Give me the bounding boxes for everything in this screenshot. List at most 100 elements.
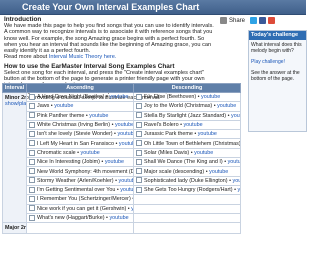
- twitter-icon[interactable]: [250, 17, 257, 24]
- song-checkbox[interactable]: [136, 121, 142, 128]
- song-checkbox[interactable]: [136, 168, 142, 175]
- interval-cell: Minor 2ndshow/play: [2, 91, 27, 224]
- youtube-link[interactable]: youtube: [109, 215, 128, 221]
- ascending-song-cell: Isn't she lovely (Stevie Wonder) • youtu…: [26, 129, 134, 140]
- song-title: What's new (Haggart/Burke): [37, 215, 105, 221]
- song-checkbox[interactable]: [29, 140, 35, 147]
- song-checkbox[interactable]: [29, 168, 35, 175]
- youtube-link[interactable]: youtube: [117, 131, 132, 137]
- youtube-link[interactable]: youtube: [120, 187, 132, 193]
- song-checkbox[interactable]: [136, 130, 142, 137]
- song-checkbox[interactable]: [136, 93, 142, 100]
- song-title: Stormy Weather (Arlen/Koehler): [37, 177, 114, 184]
- table-row: Isn't she lovely (Stevie Wonder) • youtu…: [3, 129, 241, 140]
- table-row: What's new (Haggart/Burke) • youtube: [3, 212, 241, 224]
- share-label[interactable]: Share: [229, 16, 245, 26]
- show-play-link[interactable]: show/play: [5, 101, 26, 107]
- table-row: Stormy Weather (Arlen/Koehler) • youtube…: [3, 175, 241, 186]
- song-checkbox[interactable]: [136, 103, 142, 110]
- challenge-answer-note: See the answer at the bottom of the page…: [251, 70, 300, 82]
- ascending-song-cell: A Hard Days Night (Beatles) • youtube: [26, 91, 134, 103]
- song-title: Jaws: [37, 103, 50, 110]
- descending-song-cell: Ravel's Bolero • youtube: [133, 119, 241, 131]
- song-checkbox[interactable]: [29, 214, 35, 221]
- ascending-song-cell: [26, 222, 134, 235]
- plus-icon[interactable]: [268, 17, 275, 24]
- song-title: New World Symphony: 4th movement (Dvorak…: [37, 168, 133, 175]
- descending-song-cell: [133, 222, 241, 235]
- descending-song-cell: [133, 194, 241, 205]
- intro-heading: Introduction: [4, 16, 42, 23]
- descending-song-cell: Joy to the World (Christmas) • youtube: [133, 101, 241, 112]
- table-row: I'm Getting Sentimental over You • youtu…: [3, 184, 241, 196]
- song-checkbox[interactable]: [29, 130, 35, 137]
- youtube-link[interactable]: youtube: [198, 131, 217, 137]
- challenge-header: Today's challenge: [249, 31, 306, 40]
- youtube-link[interactable]: youtube: [231, 113, 240, 119]
- youtube-link[interactable]: youtube: [194, 150, 213, 156]
- descending-song-cell: Shall We Dance (The King and I) • youtub…: [133, 157, 241, 168]
- song-title: Nice work if you can get it (Gershwin): [37, 205, 127, 212]
- youtube-link[interactable]: youtube: [119, 178, 133, 184]
- song-checkbox[interactable]: [29, 112, 35, 119]
- song-checkbox[interactable]: [29, 121, 35, 128]
- youtube-link[interactable]: youtube: [105, 159, 124, 165]
- song-checkbox[interactable]: [136, 112, 142, 119]
- song-checkbox[interactable]: [29, 205, 35, 212]
- song-checkbox[interactable]: [29, 158, 35, 165]
- song-checkbox[interactable]: [29, 177, 35, 184]
- youtube-link[interactable]: youtube: [54, 103, 73, 109]
- ascending-song-cell: Pink Panther theme • youtube: [26, 110, 134, 121]
- youtube-link[interactable]: youtube: [119, 141, 133, 147]
- youtube-link[interactable]: youtube: [233, 178, 240, 184]
- youtube-link[interactable]: youtube: [209, 169, 228, 175]
- youtube-link[interactable]: youtube: [89, 113, 108, 119]
- song-checkbox[interactable]: [136, 140, 142, 147]
- facebook-icon[interactable]: [259, 17, 266, 24]
- song-title: Jurassic Park theme: [144, 131, 193, 138]
- ascending-song-cell: What's new (Haggart/Burke) • youtube: [26, 212, 134, 224]
- ascending-song-cell: Nice In Interesting (Jobim) • youtube: [26, 157, 134, 168]
- descending-song-cell: [133, 212, 241, 224]
- ascending-song-cell: Nice work if you can get it (Gershwin) •…: [26, 203, 134, 214]
- song-title: I'm Getting Sentimental over You: [37, 187, 116, 194]
- song-checkbox[interactable]: [136, 177, 142, 184]
- song-checkbox[interactable]: [136, 186, 142, 193]
- song-checkbox[interactable]: [136, 149, 142, 156]
- song-checkbox[interactable]: [29, 149, 35, 156]
- song-checkbox[interactable]: [29, 186, 35, 193]
- column-header-ascending: Ascending: [26, 83, 134, 93]
- song-checkbox[interactable]: [29, 93, 35, 100]
- youtube-link[interactable]: youtube: [201, 94, 220, 100]
- song-checkbox[interactable]: [29, 103, 35, 110]
- youtube-link[interactable]: youtube: [228, 159, 240, 165]
- descending-song-cell: Oh Little Town of Bethlehem (Christmas) …: [133, 138, 241, 149]
- song-title: Solar (Miles Davis): [144, 149, 190, 156]
- youtube-link[interactable]: youtube: [115, 122, 133, 128]
- song-title: Sophisticated lady (Duke Ellington): [144, 177, 228, 184]
- ascending-song-cell: I Remember You (Schertzinger/Mercer) • y…: [26, 194, 134, 205]
- interval-name: Major 2nd: [2, 222, 27, 235]
- youtube-link[interactable]: youtube: [217, 103, 236, 109]
- descending-song-cell: She Gets Too Hungry (Rodgers/Hart) • you…: [133, 184, 241, 196]
- table-row: Major 2nd: [2, 222, 241, 235]
- table-row: Chromatic scale • youtube Solar (Miles Da…: [3, 147, 241, 159]
- descending-song-cell: Sophisticated lady (Duke Ellington) • yo…: [133, 175, 241, 186]
- song-title: White Christmas (Irving Berlin): [37, 122, 111, 129]
- ascending-song-cell: Stormy Weather (Arlen/Koehler) • youtube: [26, 175, 134, 186]
- song-checkbox[interactable]: [136, 158, 142, 165]
- youtube-link[interactable]: youtube: [81, 150, 100, 156]
- youtube-link[interactable]: youtube: [109, 94, 128, 100]
- song-title: Major scale (descending): [144, 168, 205, 175]
- share-bar: Share: [220, 16, 304, 26]
- interval-theory-link[interactable]: Interval Music Theory here.: [49, 54, 117, 60]
- ascending-song-cell: Chromatic scale • youtube: [26, 147, 134, 159]
- youtube-link[interactable]: youtube: [237, 187, 239, 193]
- youtube-link[interactable]: youtube: [183, 122, 202, 128]
- challenge-question: What interval does this melody begin wit…: [251, 42, 302, 54]
- email-icon[interactable]: [220, 17, 227, 24]
- song-checkbox[interactable]: [29, 195, 35, 202]
- descending-song-cell: Jurassic Park theme • youtube: [133, 129, 241, 140]
- song-title: Nice In Interesting (Jobim): [37, 159, 100, 166]
- table-row: I Remember You (Schertzinger/Mercer) • y…: [3, 194, 241, 205]
